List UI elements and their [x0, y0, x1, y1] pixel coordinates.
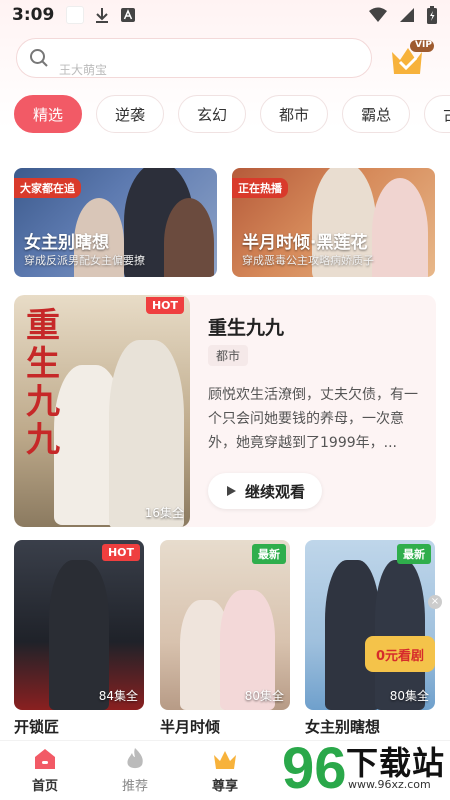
download-icon [96, 8, 109, 23]
free-promo-badge[interactable]: 0元看剧 [365, 636, 435, 672]
poster-figure [325, 560, 380, 710]
notification-icons [66, 6, 136, 24]
featured-drama[interactable]: 重生九九 HOT 16集全 重生九九 都市 顾悦欢生活潦倒，丈夫欠债，有一个只会… [14, 295, 436, 527]
poster-figure [109, 340, 184, 527]
font-app-icon [121, 8, 136, 22]
featured-title: 重生九九 [208, 317, 285, 339]
tab-nixi[interactable]: 逆袭 [96, 95, 165, 133]
banner-title: 女主别瞎想 [24, 233, 109, 253]
tab-jingxuan[interactable]: 精选 [14, 95, 83, 133]
battery-icon [427, 6, 437, 24]
drama-card[interactable]: 最新 0元看剧 80集全 女主别瞎想 [305, 540, 435, 737]
category-tabs: 精选 逆袭 玄幻 都市 霸总 古 [14, 95, 450, 135]
system-icons [368, 5, 438, 25]
vip-button[interactable]: VIP [388, 38, 436, 78]
nav-premium[interactable]: 尊享 [180, 741, 270, 800]
episode-count: 80集全 [389, 689, 429, 703]
home-icon [35, 749, 55, 769]
close-icon[interactable]: × [428, 595, 442, 609]
banner-card[interactable]: 正在热播 半月时倾·黑莲花 穿成恶毒公主攻略病娇质子 [232, 168, 435, 277]
status-time: 3:09 [12, 5, 55, 25]
featured-poster[interactable]: 重生九九 HOT 16集全 [14, 295, 190, 527]
featured-description: 顾悦欢生活潦倒，丈夫欠债，有一个只会问她要钱的养母，一次意外，她竟穿越到了199… [208, 387, 418, 451]
genre-badge: 都市 [208, 345, 249, 366]
nav-home[interactable]: 首页 [0, 741, 90, 800]
watermark: 96 下载站 www.96xz.com [282, 732, 450, 800]
crown-icon [214, 751, 236, 769]
banner-figure [372, 178, 428, 277]
tab-bazong[interactable]: 霸总 [342, 95, 411, 133]
nav-label: 推荐 [121, 779, 148, 794]
new-badge: 最新 [397, 544, 431, 564]
card-poster[interactable]: 最新 80集全 [160, 540, 290, 710]
status-bar: 3:09 [0, 0, 450, 30]
banner-subtitle: 穿成反派男配女主偏要撩 [24, 254, 145, 267]
signal-icon [400, 8, 414, 22]
banner-figure [164, 198, 214, 277]
episode-count: 84集全 [98, 689, 138, 703]
vip-label: VIP [415, 40, 432, 50]
svg-text:96: 96 [282, 736, 346, 800]
play-icon [226, 486, 236, 496]
search-input[interactable]: 王大萌宝 [16, 38, 372, 78]
drama-card[interactable]: HOT 84集全 开锁匠 [14, 540, 144, 737]
tab-dushi[interactable]: 都市 [260, 95, 329, 133]
promo-label: 0元看剧 [375, 648, 425, 664]
banner-card[interactable]: 大家都在追 女主别瞎想 穿成反派男配女主偏要撩 [14, 168, 217, 277]
hot-badge: HOT [101, 544, 140, 561]
episode-count: 80集全 [244, 689, 284, 703]
card-title: 开锁匠 [14, 718, 60, 736]
episode-count: 16集全 [144, 506, 184, 520]
continue-watching-button[interactable]: 继续观看 [208, 473, 322, 509]
drama-card[interactable]: 最新 80集全 半月时倾 [160, 540, 290, 737]
banner-title: 半月时倾·黑莲花 [242, 233, 368, 253]
card-title: 半月时倾 [160, 718, 221, 736]
tab-xuanhuan[interactable]: 玄幻 [178, 95, 247, 133]
nav-label: 首页 [31, 779, 58, 794]
app-notification-icon [66, 6, 85, 24]
new-badge: 最新 [252, 544, 286, 564]
nav-recommend[interactable]: 推荐 [90, 741, 180, 800]
continue-label: 继续观看 [244, 482, 305, 501]
flame-icon [127, 748, 143, 769]
card-poster[interactable]: HOT 84集全 [14, 540, 144, 710]
banner-tag: 正在热播 [232, 178, 288, 198]
card-poster[interactable]: 最新 0元看剧 80集全 [305, 540, 435, 710]
banner-tag: 大家都在追 [14, 178, 81, 198]
watermark-url: www.96xz.com [348, 778, 431, 791]
search-icon [30, 49, 48, 67]
search-placeholder: 王大萌宝 [59, 62, 108, 77]
hot-badge: HOT [145, 297, 184, 314]
poster-calligraphy: 重生九九 [26, 306, 60, 460]
watermark-logo: 96 [282, 736, 347, 800]
banner-subtitle: 穿成恶毒公主攻略病娇质子 [242, 254, 374, 267]
nav-label: 尊享 [211, 779, 238, 794]
wifi-icon [369, 7, 387, 22]
tab-gu[interactable]: 古 [424, 95, 450, 133]
